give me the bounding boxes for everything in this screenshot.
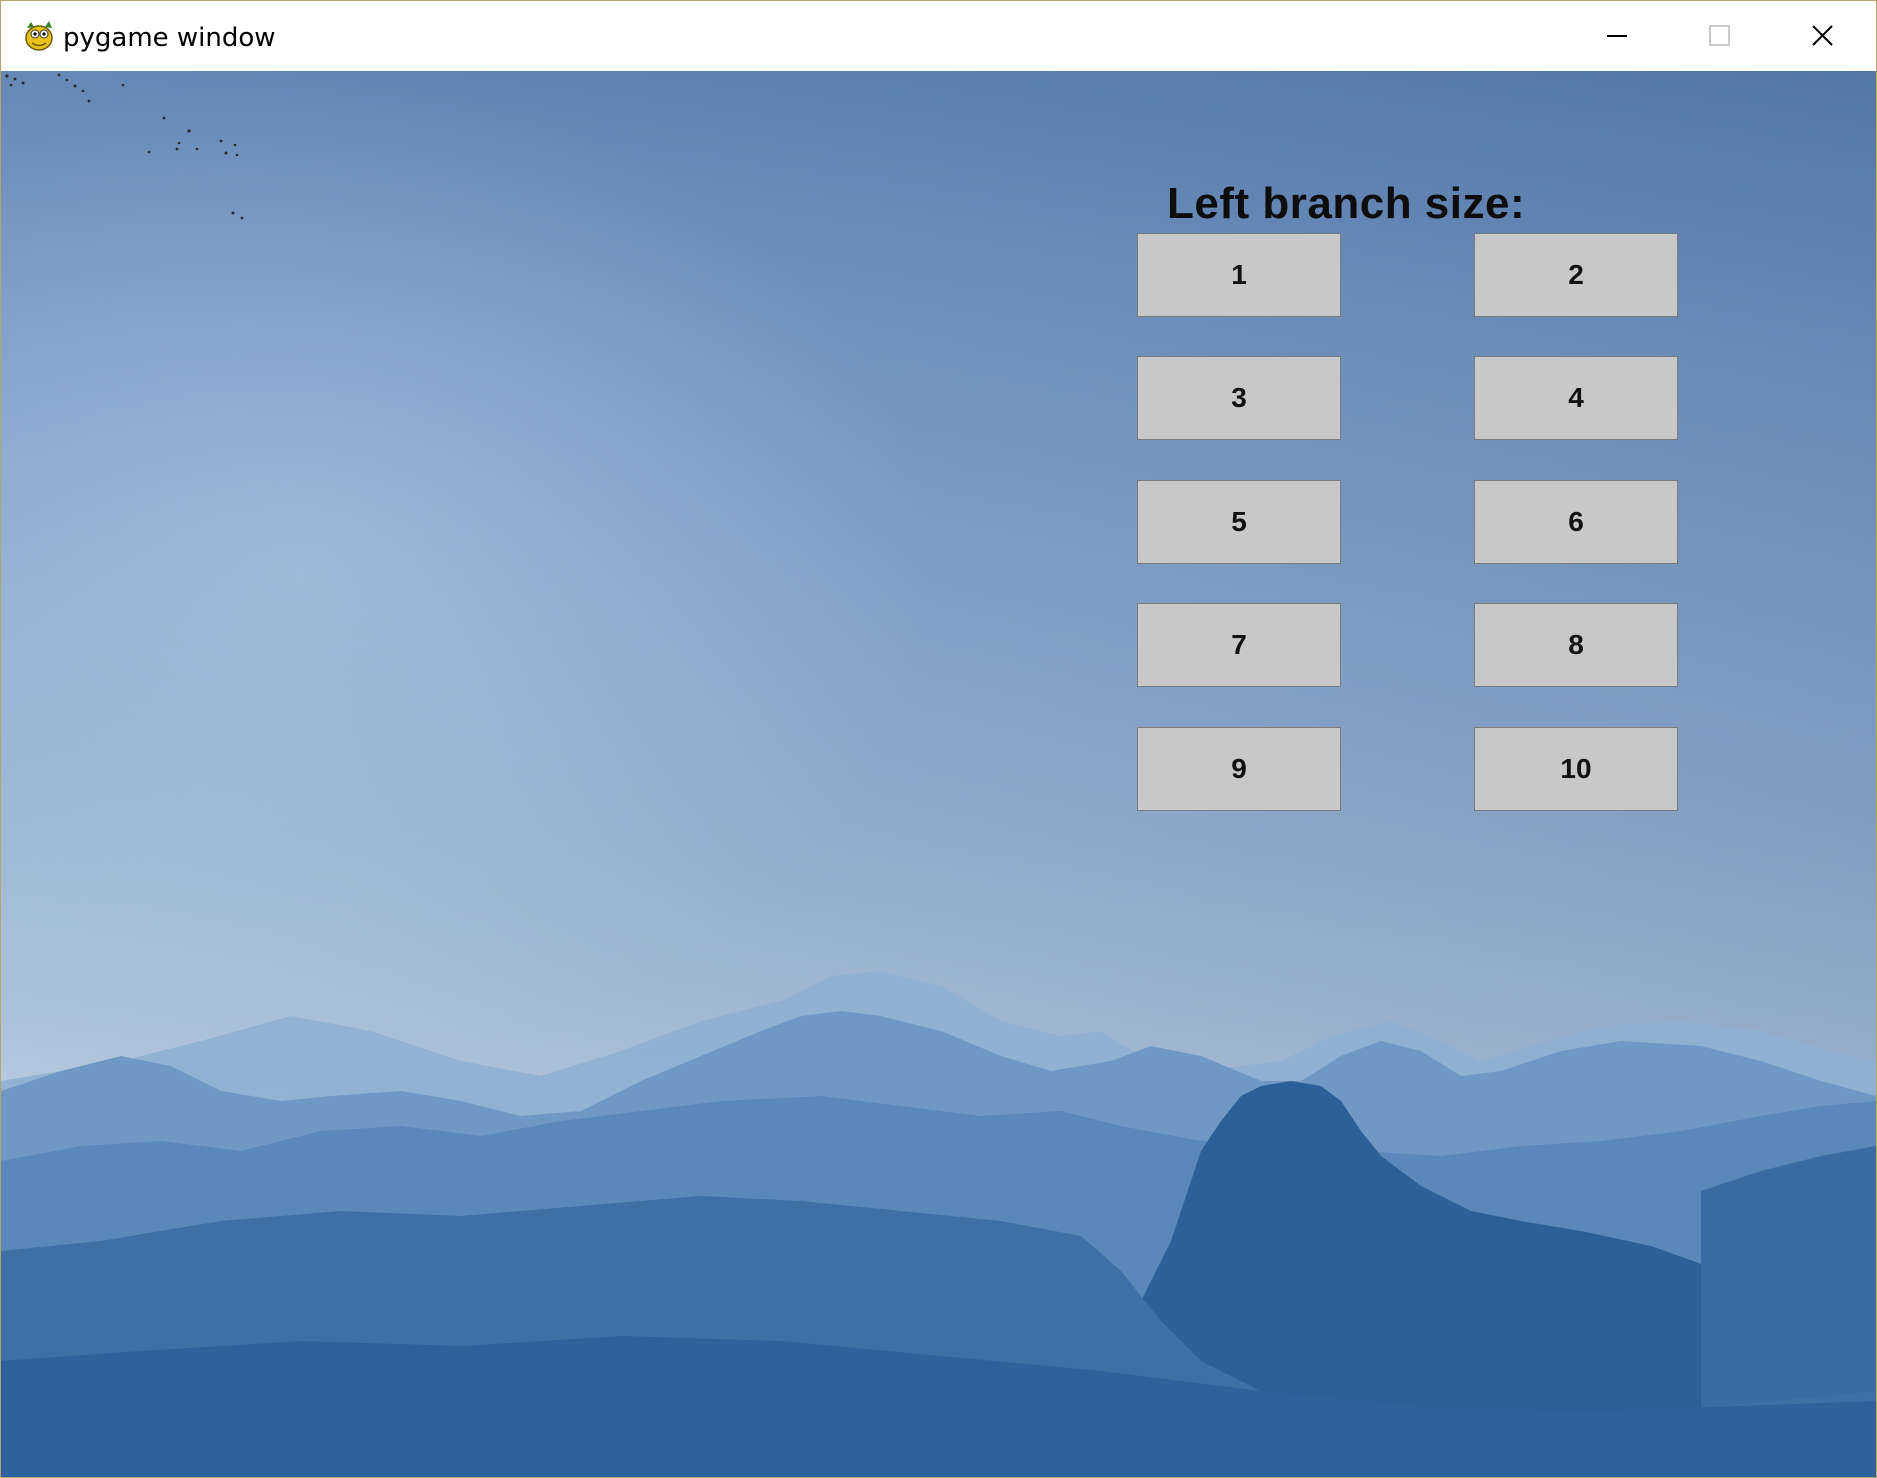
size-button-2[interactable]: 2	[1474, 233, 1678, 317]
window-title: pygame window	[63, 23, 276, 53]
title-bar[interactable]: pygame window	[1, 1, 1876, 71]
close-button[interactable]	[1771, 1, 1874, 71]
size-button-4[interactable]: 4	[1474, 356, 1678, 440]
pygame-window: pygame window Left branch size: 1 2 3 4 …	[0, 0, 1877, 1478]
page-title: Left branch size:	[1167, 179, 1526, 228]
size-button-10[interactable]: 10	[1474, 727, 1678, 811]
size-button-6[interactable]: 6	[1474, 480, 1678, 564]
size-button-8[interactable]: 8	[1474, 603, 1678, 687]
birds-flock	[5, 73, 244, 220]
size-button-3[interactable]: 3	[1137, 356, 1341, 440]
minimize-button[interactable]	[1565, 1, 1668, 71]
game-canvas[interactable]: Left branch size: 1 2 3 4 5 6 7 8 9 10	[1, 71, 1876, 1477]
maximize-button[interactable]	[1668, 1, 1771, 71]
size-button-9[interactable]: 9	[1137, 727, 1341, 811]
size-button-1[interactable]: 1	[1137, 233, 1341, 317]
minimize-icon	[1607, 35, 1627, 37]
maximize-icon	[1709, 25, 1730, 46]
size-button-7[interactable]: 7	[1137, 603, 1341, 687]
size-button-5[interactable]: 5	[1137, 480, 1341, 564]
close-icon	[1812, 25, 1833, 46]
pygame-snake-icon	[25, 21, 53, 51]
